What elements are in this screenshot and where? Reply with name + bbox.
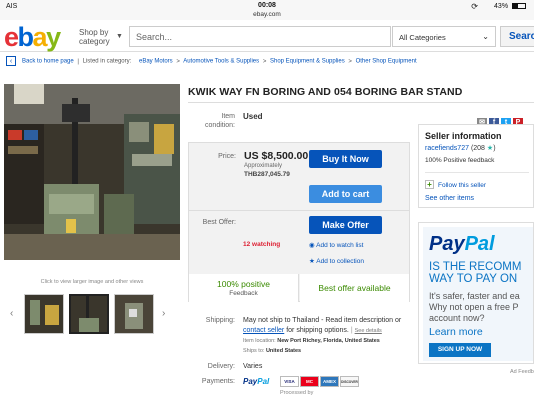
chevron-down-icon: ⌄ [482, 32, 489, 41]
condition-label: Item condition: [205, 113, 235, 129]
item-title: KWIK WAY FN BORING AND 054 BORING BAR ST… [188, 86, 463, 98]
thumbnail-selected[interactable] [69, 294, 109, 334]
item-location: Item location: New Port Richey, Florida,… [243, 338, 380, 344]
main-item-image[interactable] [4, 84, 180, 260]
approx-value: THB287,045.79 [244, 171, 290, 178]
best-offer-available: Best offer available [300, 274, 409, 302]
follow-seller-link[interactable]: + Follow this seller [425, 180, 486, 189]
seller-heading: Seller information [425, 131, 502, 141]
feedback-label: Feedback [229, 290, 258, 297]
make-offer-button[interactable]: Make Offer [309, 216, 382, 234]
paypal-ad[interactable]: PayPal IS THE RECOMM WAY TO PAY ON It's … [418, 222, 534, 364]
learn-more-link[interactable]: Learn more [429, 326, 483, 338]
divider [188, 102, 534, 103]
seller-info-box: Seller information racefiends727 (208 ★)… [418, 124, 534, 208]
ebay-logo[interactable]: ebay [4, 22, 61, 53]
approx-label: Approximately [244, 163, 283, 169]
ad-subtext: It's safer, faster and ea Why not open a… [429, 291, 520, 323]
divider [425, 172, 529, 173]
see-details-link[interactable]: See details [355, 328, 382, 334]
gallery-caption: Click to view larger image and other vie… [40, 279, 144, 285]
best-offer-label: Best Offer: [202, 219, 236, 226]
see-other-items-link[interactable]: See other items [425, 195, 474, 202]
status-bar: AIS 00:08 ebay.com ⟳ 43% [0, 0, 534, 20]
mastercard-icon: MC [300, 376, 319, 387]
add-to-collection-link[interactable]: ★ Add to collection [309, 257, 364, 265]
breadcrumb-item[interactable]: Automotive Tools & Supplies [183, 59, 259, 65]
visa-card-icon: VISA [280, 376, 299, 387]
thumbnail-strip: ‹ › [10, 294, 172, 336]
orientation-lock-icon: ⟳ [471, 2, 478, 11]
add-to-cart-button[interactable]: Add to cart [309, 185, 382, 203]
delivery-label: Delivery: [207, 363, 235, 370]
watching-count: 12 watching [243, 241, 281, 248]
delivery-value: Varies [243, 363, 263, 370]
breadcrumb-item[interactable]: Shop Equipment & Supplies [270, 59, 345, 65]
eye-icon: ◉ [309, 242, 315, 249]
price-label: Price: [218, 153, 236, 160]
paypal-logo: PayPal [243, 377, 270, 386]
positive-percent: 100% positive [217, 279, 270, 289]
search-button[interactable]: Search [500, 26, 534, 47]
listed-in-label: Listed in category: [82, 58, 132, 65]
payments-label: Payments: [201, 378, 235, 385]
buy-box: Price: US $8,500.00 Approximately THB287… [188, 142, 410, 302]
shipping-label: Shipping: [205, 317, 235, 324]
divider [189, 210, 409, 211]
discover-card-icon: DISCOVER [340, 376, 359, 387]
chevron-right-icon[interactable]: › [162, 308, 165, 319]
positive-feedback-box: 100% positive Feedback [189, 274, 299, 302]
shop-by-category-button[interactable]: Shop by category ▼ [79, 28, 123, 46]
amex-card-icon: AMEX [320, 376, 339, 387]
sign-up-now-button[interactable]: SIGN UP NOW [429, 343, 491, 357]
paypal-ad-logo: PayPal [429, 233, 495, 255]
search-input[interactable]: Search... [129, 26, 391, 47]
add-to-watch-list-link[interactable]: ◉ Add to watch list [309, 241, 363, 249]
shipping-details: May not ship to Thailand - Read item des… [243, 316, 413, 356]
breadcrumb: ‹ Back to home page | Listed in category:… [6, 56, 534, 70]
site-header: ebay Shop by category ▼ Search... All Ca… [0, 20, 534, 52]
buy-it-now-button[interactable]: Buy It Now [309, 150, 382, 168]
category-select[interactable]: All Categories ⌄ [392, 26, 496, 47]
breadcrumb-item[interactable]: Other Shop Equipment [356, 59, 417, 65]
seller-positive-feedback: 100% Positive feedback [425, 157, 495, 164]
back-to-home-link[interactable]: Back to home page [22, 59, 74, 65]
seller-name[interactable]: racefiends727 (208 ★) [425, 144, 496, 152]
ad-headline: IS THE RECOMM WAY TO PAY ON [429, 261, 522, 285]
battery-icon [512, 3, 526, 10]
processed-by-label: Processed by [280, 390, 314, 396]
back-arrow-icon[interactable]: ‹ [6, 56, 16, 66]
contact-seller-link[interactable]: contact seller [243, 327, 284, 334]
breadcrumb-item[interactable]: eBay Motors [139, 59, 173, 65]
plus-icon: + [425, 180, 434, 189]
url-host[interactable]: ebay.com [0, 11, 534, 18]
battery-indicator: 43% [494, 3, 526, 10]
workshop-photo [4, 84, 180, 260]
caret-down-icon: ▼ [116, 33, 123, 40]
ships-to: Ships to: United States [243, 348, 302, 354]
chevron-left-icon[interactable]: ‹ [10, 308, 13, 319]
ad-feedback-link[interactable]: Ad Feedb [510, 369, 534, 375]
battery-percent: 43% [494, 3, 509, 10]
price-value: US $8,500.00 [244, 150, 309, 162]
thumbnail[interactable] [24, 294, 64, 334]
clock: 00:08 [258, 2, 276, 9]
thumbnail[interactable] [114, 294, 154, 334]
star-icon: ★ [309, 258, 315, 265]
condition-value: Used [243, 112, 263, 121]
